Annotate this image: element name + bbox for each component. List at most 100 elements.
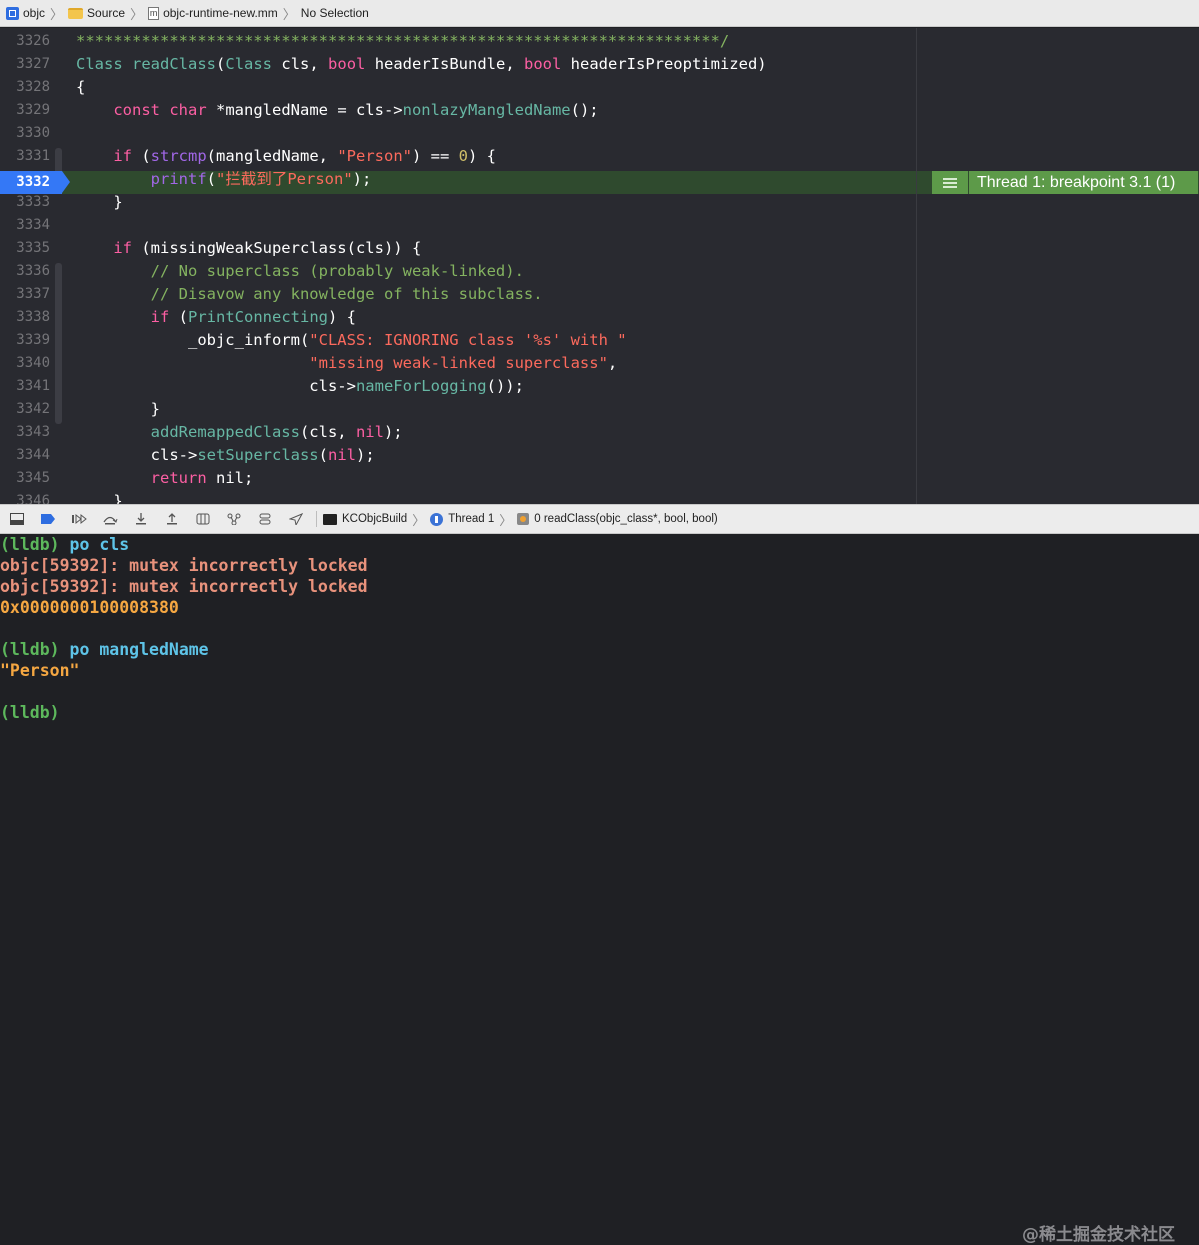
code-token: cls, — [272, 55, 329, 73]
folder-icon — [68, 7, 84, 19]
line-number[interactable]: 3342 — [0, 398, 50, 421]
code-line[interactable]: 3328 { — [0, 76, 916, 99]
code-token: headerIsBundle, — [365, 55, 524, 73]
breadcrumb-file-label: objc-runtime-new.mm — [163, 6, 278, 20]
code-line[interactable]: 3329 const char *mangledName = cls->nonl… — [0, 99, 916, 122]
code-token: (missingWeakSuperclass(cls)) { — [132, 239, 422, 257]
line-number[interactable]: 3339 — [0, 329, 50, 352]
code-line[interactable]: 3337 // Disavow any knowledge of this su… — [0, 283, 916, 306]
line-number[interactable]: 3334 — [0, 214, 50, 237]
line-number[interactable]: 3335 — [0, 237, 50, 260]
code-token: } — [76, 400, 160, 418]
code-token: (); — [570, 101, 599, 119]
step-into-icon[interactable] — [133, 512, 149, 526]
code-token: bool — [524, 55, 562, 73]
code-text: if (missingWeakSuperclass(cls)) { — [76, 237, 421, 260]
code-text: "missing weak-linked superclass", — [76, 352, 617, 375]
hide-debug-area-icon[interactable] — [9, 512, 25, 526]
breadcrumb-selection[interactable]: No Selection — [301, 6, 369, 20]
console-output: 0x0000000100008380 — [0, 598, 179, 617]
code-line[interactable]: 3346 } — [0, 490, 916, 504]
code-line[interactable]: 3327 Class readClass(Class cls, bool head… — [0, 53, 916, 76]
line-number[interactable]: 3343 — [0, 421, 50, 444]
code-line[interactable]: 3338 if (PrintConnecting) { — [0, 306, 916, 329]
line-number[interactable]: 3337 — [0, 283, 50, 306]
code-line[interactable]: 3326 ************************************… — [0, 30, 916, 53]
breakpoint-marker[interactable]: 3332 — [0, 171, 70, 194]
lldb-prompt: (lldb) — [0, 640, 60, 659]
code-line[interactable]: 3343 addRemappedClass(cls, nil); — [0, 421, 916, 444]
code-token: bool — [328, 55, 366, 73]
code-line[interactable]: 3342 } — [0, 398, 916, 421]
line-number[interactable]: 3326 — [0, 30, 50, 53]
code-token: ****************************************… — [76, 32, 730, 50]
breadcrumb-file[interactable]: m objc-runtime-new.mm — [148, 6, 278, 20]
code-text: cls->nameForLogging()); — [76, 375, 524, 398]
debug-breadcrumb-target[interactable]: KCObjcBuild — [323, 513, 407, 525]
code-line[interactable]: 3332 printf("拦截到了Person"); — [0, 168, 916, 191]
line-number[interactable]: 3345 — [0, 467, 50, 490]
code-token: _objc_inform( — [76, 331, 310, 349]
step-over-icon[interactable] — [102, 512, 118, 526]
continue-icon[interactable] — [71, 512, 87, 526]
step-out-icon[interactable] — [164, 512, 180, 526]
code-line[interactable]: 3335 if (missingWeakSuperclass(cls)) { — [0, 237, 916, 260]
code-line[interactable]: 3344 cls->setSuperclass(nil); — [0, 444, 916, 467]
code-token: "Person" — [337, 147, 412, 165]
code-line[interactable]: 3339 _objc_inform("CLASS: IGNORING class… — [0, 329, 916, 352]
code-line[interactable]: 3345 return nil; — [0, 467, 916, 490]
code-text: // Disavow any knowledge of this subclas… — [76, 283, 543, 306]
code-line[interactable]: 3336 // No superclass (probably weak-lin… — [0, 260, 916, 283]
code-text: Class readClass(Class cls, bool headerIs… — [76, 53, 767, 76]
debug-breadcrumb-frame[interactable]: 0 readClass(objc_class*, bool, bool) — [517, 513, 718, 525]
memory-graph-icon[interactable] — [226, 512, 242, 526]
code-token: Class — [225, 55, 273, 73]
code-line[interactable]: 3341 cls->nameForLogging()); — [0, 375, 916, 398]
line-number[interactable]: 3344 — [0, 444, 50, 467]
code-token: } — [76, 193, 123, 211]
line-number[interactable]: 3327 — [0, 53, 50, 76]
lldb-console[interactable]: (lldb) po cls objc[59392]: mutex incorrec… — [0, 534, 1199, 1245]
debug-breadcrumb-thread[interactable]: Thread 1 — [430, 512, 495, 526]
chevron-right-icon: 〉 — [499, 512, 513, 528]
code-token: addRemappedClass — [150, 423, 300, 441]
breadcrumb-project-label: objc — [23, 6, 46, 20]
breadcrumb-project[interactable]: objc — [6, 6, 45, 20]
line-number[interactable]: 3341 — [0, 375, 50, 398]
debug-bar: KCObjcBuild 〉 Thread 1 〉 0 readClass(obj… — [0, 504, 1199, 534]
code-text: } — [76, 398, 160, 421]
thread-annotation[interactable]: Thread 1: breakpoint 3.1 (1) — [932, 171, 1198, 194]
code-line[interactable]: 3333 } — [0, 191, 916, 214]
environment-overrides-icon[interactable] — [257, 512, 273, 526]
simulate-location-icon[interactable] — [288, 512, 304, 526]
code-token: (mangledName, — [206, 147, 338, 165]
view-hierarchy-icon[interactable] — [195, 512, 211, 526]
debug-thread-label: Thread 1 — [448, 513, 495, 525]
hamburger-icon[interactable] — [932, 171, 968, 194]
line-number[interactable]: 3328 — [0, 76, 50, 99]
line-number[interactable]: 3346 — [0, 490, 50, 504]
code-token: nil — [355, 423, 384, 441]
line-number[interactable]: 3336 — [0, 260, 50, 283]
line-number[interactable]: 3338 — [0, 306, 50, 329]
line-number[interactable]: 3330 — [0, 122, 50, 145]
code-line[interactable]: 3330 — [0, 122, 916, 145]
code-line[interactable]: 3331 if (strcmp(mangledName, "Person") =… — [0, 145, 916, 168]
code-text: _objc_inform("CLASS: IGNORING class '%s'… — [76, 329, 627, 352]
code-token: "missing weak-linked superclass" — [309, 354, 608, 372]
line-number[interactable]: 3340 — [0, 352, 50, 375]
line-number[interactable]: 3329 — [0, 99, 50, 122]
source-editor[interactable]: 3326 ************************************… — [0, 28, 1199, 504]
code-token: "拦截到了Person" — [216, 170, 353, 188]
code-line[interactable]: 3334 — [0, 214, 916, 237]
code-line[interactable]: 3340 "missing weak-linked superclass", — [0, 352, 916, 375]
code-text: ****************************************… — [76, 30, 729, 53]
breadcrumb-folder[interactable]: Source — [68, 6, 125, 20]
code-token: ( — [318, 446, 328, 464]
line-number[interactable]: 3331 — [0, 145, 50, 168]
line-number[interactable]: 3333 — [0, 191, 50, 214]
code-token: ); — [352, 170, 372, 188]
breakpoints-toggle-icon[interactable] — [40, 512, 56, 526]
